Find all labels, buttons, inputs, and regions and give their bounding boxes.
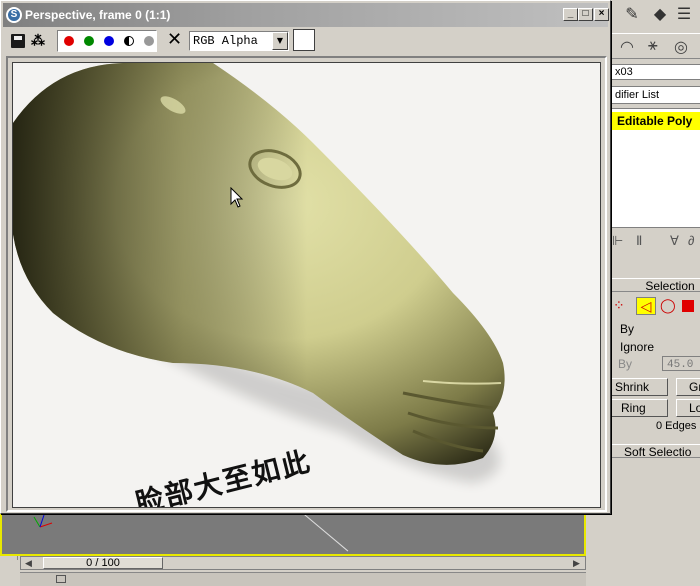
loop-button[interactable]: Lo: [676, 399, 700, 417]
time-slider-thumb[interactable]: 0 / 100: [43, 557, 163, 569]
monochrome-icon[interactable]: [124, 36, 134, 46]
ring-button[interactable]: Ring: [610, 399, 668, 417]
vertex-icon[interactable]: ⁘: [613, 297, 625, 314]
track-key-icon: [56, 575, 66, 583]
mouse-cursor-icon: [230, 187, 244, 208]
maximize-button[interactable]: □: [578, 8, 593, 21]
close-button[interactable]: ×: [594, 8, 609, 21]
ignore-backfacing-option[interactable]: Ignore: [610, 338, 700, 356]
polygon-icon[interactable]: [682, 300, 694, 312]
selection-info: 0 Edges S: [656, 420, 700, 432]
make-unique-icon[interactable]: ∀: [670, 233, 679, 249]
command-panel: ✎ ◆ ☰ ◠ ⚹ ◎ x03 difier List Editable Pol…: [608, 0, 700, 586]
channel-toggles: [57, 30, 157, 52]
color-swatch[interactable]: [293, 29, 315, 51]
chevron-down-icon[interactable]: ▼: [272, 32, 288, 50]
border-icon[interactable]: ◯: [660, 297, 676, 314]
window-title: Perspective, frame 0 (1:1): [25, 8, 171, 22]
window-titlebar[interactable]: S Perspective, frame 0 (1:1) _ □ ×: [3, 3, 609, 27]
edge-icon[interactable]: ◁: [636, 297, 656, 315]
save-icon[interactable]: [11, 34, 25, 48]
green-channel-icon[interactable]: [84, 36, 94, 46]
pin-stack-icon[interactable]: ⊩: [612, 233, 623, 249]
blue-channel-icon[interactable]: [104, 36, 114, 46]
motion-tab-icon[interactable]: ◎: [674, 37, 688, 57]
time-next-icon[interactable]: ▶: [573, 558, 580, 569]
clone-icon[interactable]: ⁂: [31, 32, 45, 52]
red-channel-icon[interactable]: [64, 36, 74, 46]
stack-tools: ⊩ Ⅱ ∀ ∂: [610, 232, 700, 252]
modifier-list-dropdown[interactable]: difier List: [610, 86, 700, 104]
grow-button[interactable]: Gr: [676, 378, 700, 396]
viewport-bottom[interactable]: [0, 474, 586, 556]
shrink-button[interactable]: Shrink: [610, 378, 668, 396]
subobject-buttons: ⁘ ◁ ◯: [610, 296, 700, 316]
modify-tab-icon[interactable]: ◠: [620, 37, 634, 57]
channel-display-value: RGB Alpha: [193, 34, 258, 48]
render-canvas[interactable]: 脸部大至如此: [12, 62, 601, 508]
by-angle-field[interactable]: 45.0: [662, 356, 700, 371]
soft-selection-rollout-title[interactable]: Soft Selectio: [610, 444, 700, 458]
minimize-button[interactable]: _: [563, 8, 578, 21]
ignore-backfacing-label: Ignore: [620, 340, 655, 354]
by-angle-spinner[interactable]: By 45.0: [618, 356, 700, 372]
panel-tab-row: ◠ ⚹ ◎: [612, 33, 700, 59]
object-name-field[interactable]: x03: [610, 64, 700, 80]
time-prev-icon[interactable]: ◀: [25, 558, 32, 569]
stack-item-editable-poly[interactable]: Editable Poly: [611, 112, 700, 130]
frame-label: 0 / 100: [86, 557, 120, 569]
hierarchy-tab-icon[interactable]: ⚹: [648, 37, 658, 55]
layers-icon[interactable]: ☰: [672, 4, 696, 26]
rendered-frame-window: S Perspective, frame 0 (1:1) _ □ × ⁂ ✕ R…: [0, 0, 611, 514]
clear-button[interactable]: ✕: [167, 30, 182, 50]
axis-tripod-icon: [33, 514, 53, 528]
by-angle-label: By: [618, 357, 633, 371]
rendered-horse-head: [13, 63, 505, 483]
remove-modifier-icon[interactable]: ∂: [688, 233, 694, 248]
eraser-icon[interactable]: ✎: [620, 4, 644, 26]
diamond-icon[interactable]: ◆: [648, 4, 672, 26]
time-slider[interactable]: ◀ 0 / 100 ▶: [20, 556, 586, 570]
render-canvas-frame: 脸部大至如此: [6, 56, 607, 512]
command-panel-tabs: ✎ ◆ ☰: [608, 0, 700, 30]
channel-display-select[interactable]: RGB Alpha ▼: [189, 31, 289, 51]
modifier-stack[interactable]: Editable Poly: [610, 108, 700, 228]
by-vertex-option[interactable]: By: [610, 320, 700, 338]
show-end-result-icon[interactable]: Ⅱ: [636, 233, 642, 249]
by-vertex-label: By: [620, 322, 635, 336]
alpha-channel-icon[interactable]: [144, 36, 154, 46]
selection-rollout-title[interactable]: Selection: [610, 278, 700, 293]
track-bar[interactable]: [20, 572, 586, 586]
render-toolbar: ⁂ ✕ RGB Alpha ▼: [3, 28, 608, 54]
app-icon[interactable]: S: [6, 7, 22, 23]
grid-line: [301, 512, 349, 552]
